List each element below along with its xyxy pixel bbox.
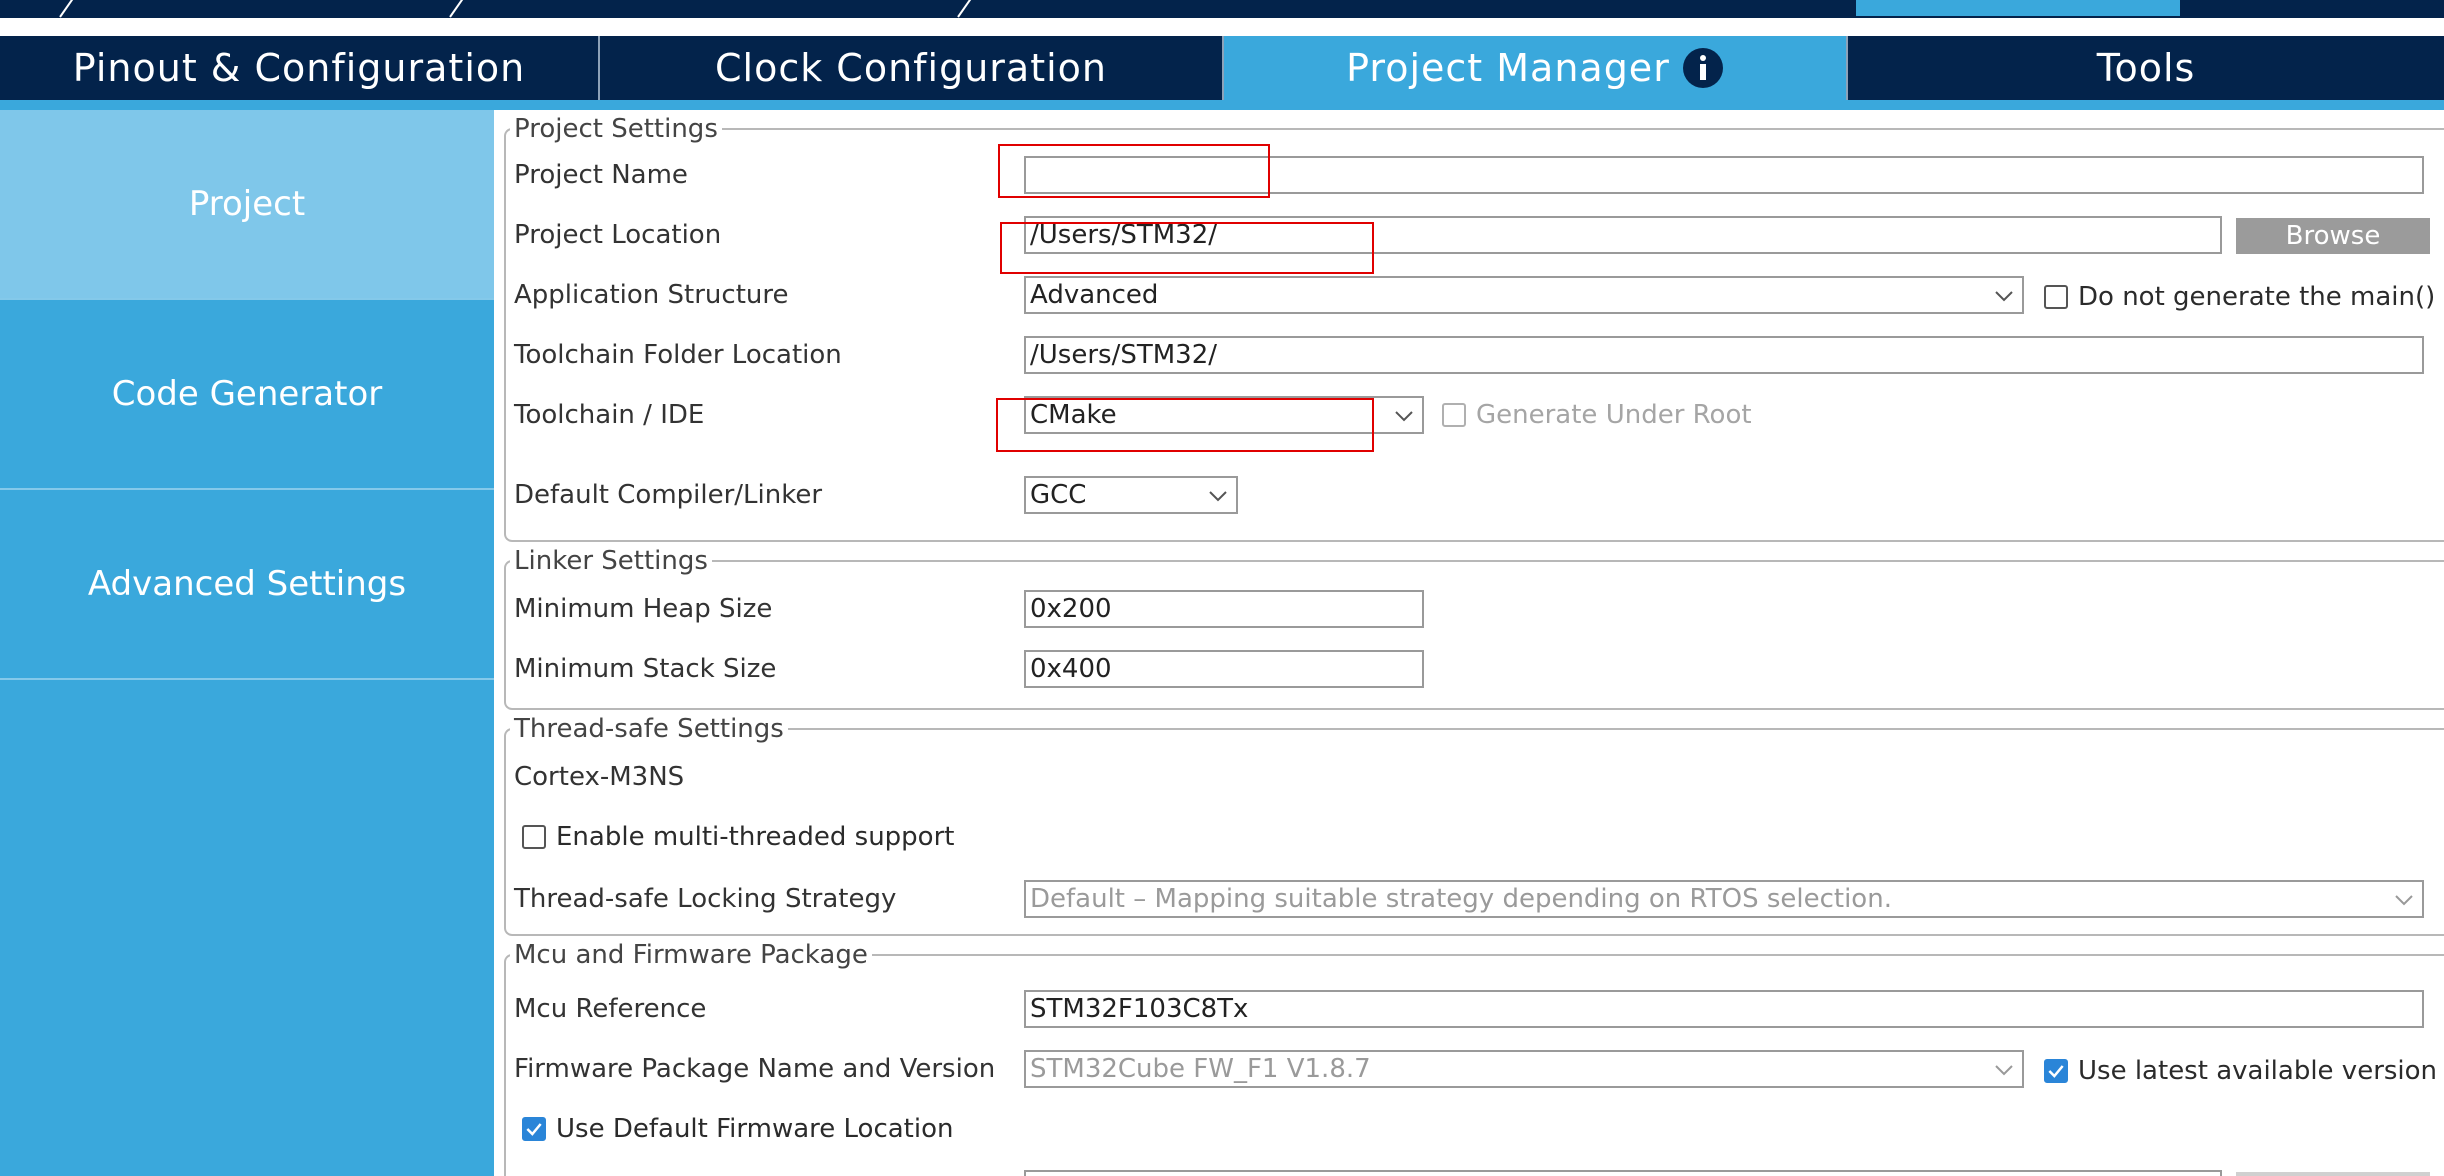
locking-strategy-dropdown[interactable]: Default – Mapping suitable strategy depe…: [1024, 880, 2424, 918]
info-icon[interactable]: [1682, 47, 1724, 89]
application-structure-label: Application Structure: [514, 280, 789, 310]
tab-underline: [0, 100, 2444, 110]
main-tabs: Pinout & Configuration Clock Configurati…: [0, 36, 2444, 100]
firmware-package-dropdown[interactable]: STM32Cube FW_F1 V1.8.7: [1024, 1050, 2024, 1088]
breadcrumb-separator-icon: [448, 0, 468, 18]
application-structure-dropdown[interactable]: Advanced: [1024, 276, 2024, 314]
checkbox-box[interactable]: [522, 1117, 546, 1141]
project-location-label: Project Location: [514, 220, 722, 250]
breadcrumb-separator-icon: [58, 0, 78, 18]
checkbox-label: Generate Under Root: [1476, 400, 1752, 430]
checkbox-box[interactable]: [2044, 1059, 2068, 1083]
checkbox-box[interactable]: [1442, 403, 1466, 427]
firmware-package-label: Firmware Package Name and Version: [514, 1054, 996, 1084]
group-title: Thread-safe Settings: [514, 714, 784, 744]
firmware-location-input[interactable]: [1024, 1170, 2222, 1176]
checkbox-label: Use latest available version: [2078, 1056, 2438, 1086]
tab-tools[interactable]: Tools: [1848, 36, 2444, 100]
checkbox-label: Enable multi-threaded support: [556, 822, 955, 852]
group-title: Mcu and Firmware Package: [514, 940, 868, 970]
dropdown-value: Default – Mapping suitable strategy depe…: [1030, 884, 1892, 914]
highlight-box: [998, 144, 1270, 198]
project-name-label: Project Name: [514, 160, 688, 190]
toolchain-folder-input[interactable]: /Users/STM32/: [1024, 336, 2424, 374]
tab-clock-configuration[interactable]: Clock Configuration: [600, 36, 1224, 100]
enable-multithread-checkbox[interactable]: Enable multi-threaded support: [522, 822, 954, 852]
core-name-label: Cortex-M3NS: [514, 762, 685, 792]
sidebar-item-project[interactable]: Project: [0, 110, 494, 300]
dropdown-value: STM32Cube FW_F1 V1.8.7: [1030, 1054, 1371, 1084]
checkbox-box[interactable]: [2044, 285, 2068, 309]
generate-under-root-checkbox[interactable]: Generate Under Root: [1442, 400, 1752, 430]
chevron-down-icon: [1392, 404, 1416, 428]
sidebar-item-label: Project: [188, 184, 306, 224]
dropdown-value: Advanced: [1030, 280, 1159, 310]
tab-pinout-configuration[interactable]: Pinout & Configuration: [0, 36, 600, 100]
default-compiler-label: Default Compiler/Linker: [514, 480, 823, 510]
breadcrumb-bar: [0, 0, 2444, 18]
min-stack-size-input[interactable]: 0x400: [1024, 650, 1424, 688]
sidebar-item-code-generator[interactable]: Code Generator: [0, 300, 494, 490]
toolchain-ide-label: Toolchain / IDE: [514, 400, 705, 430]
do-not-generate-main-checkbox[interactable]: Do not generate the main(): [2044, 282, 2435, 312]
browse-button[interactable]: Browse: [2236, 218, 2430, 254]
sidebar-item-label: Advanced Settings: [87, 564, 407, 604]
mcu-reference-input[interactable]: STM32F103C8Tx: [1024, 990, 2424, 1028]
chevron-down-icon: [1206, 484, 1230, 508]
sidebar-item-advanced-settings[interactable]: Advanced Settings: [0, 490, 494, 680]
tab-label: Project Manager: [1346, 46, 1670, 90]
mcu-reference-label: Mcu Reference: [514, 994, 707, 1024]
group-title: Project Settings: [514, 114, 718, 144]
sidebar-item-label: Code Generator: [111, 374, 383, 414]
tab-label: Clock Configuration: [714, 46, 1108, 90]
tab-label: Tools: [2096, 46, 2196, 90]
highlight-box: [1000, 222, 1374, 274]
min-heap-size-label: Minimum Heap Size: [514, 594, 773, 624]
default-compiler-dropdown[interactable]: GCC: [1024, 476, 1238, 514]
highlight-box: [996, 398, 1374, 452]
toolchain-folder-label: Toolchain Folder Location: [514, 340, 842, 370]
use-default-firmware-location-checkbox[interactable]: Use Default Firmware Location: [522, 1114, 954, 1144]
chevron-down-icon: [1992, 284, 2016, 308]
checkbox-box[interactable]: [522, 825, 546, 849]
checkbox-label: Use Default Firmware Location: [556, 1114, 954, 1144]
checkbox-label: Do not generate the main(): [2078, 282, 2436, 312]
group-title: Linker Settings: [514, 546, 708, 576]
project-settings-panel: Project Settings Project Name Project Lo…: [494, 110, 2444, 1176]
tab-project-manager[interactable]: Project Manager: [1224, 36, 1848, 100]
tab-label: Pinout & Configuration: [72, 46, 526, 90]
use-latest-version-checkbox[interactable]: Use latest available version: [2044, 1056, 2437, 1086]
sidebar: Project Code Generator Advanced Settings: [0, 110, 494, 1176]
min-stack-size-label: Minimum Stack Size: [514, 654, 777, 684]
locking-strategy-label: Thread-safe Locking Strategy: [514, 884, 897, 914]
dropdown-value: GCC: [1030, 480, 1087, 510]
linker-settings-group: Linker Settings: [504, 546, 2444, 710]
generate-code-button[interactable]: [1856, 0, 2180, 16]
chevron-down-icon: [1992, 1058, 2016, 1082]
breadcrumb-separator-icon: [956, 0, 976, 18]
chevron-down-icon: [2392, 888, 2416, 912]
min-heap-size-input[interactable]: 0x200: [1024, 590, 1424, 628]
firmware-browse-button[interactable]: [2236, 1172, 2430, 1176]
